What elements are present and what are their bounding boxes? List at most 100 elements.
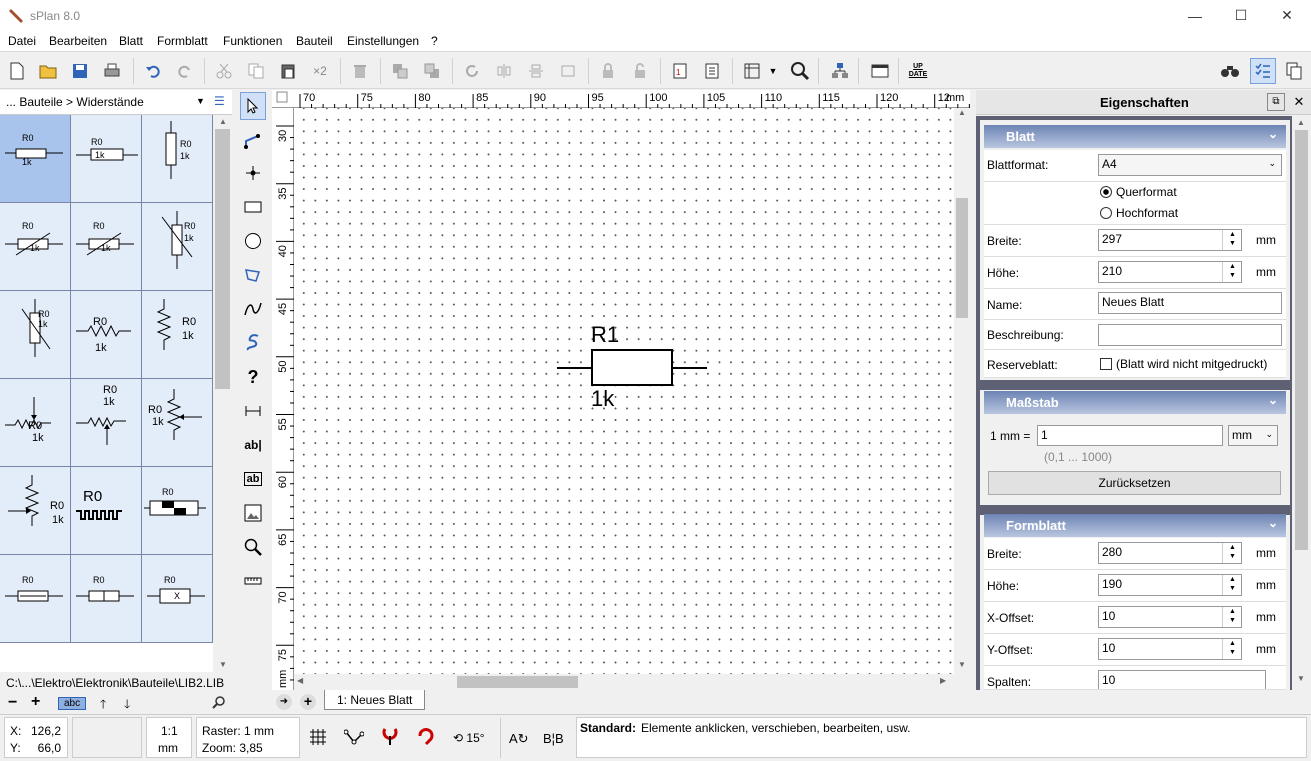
section-formblatt[interactable]: Formblatt ⌄ bbox=[984, 514, 1286, 537]
canvas-horizontal-scrollbar[interactable]: ◀ ▶ bbox=[294, 674, 954, 690]
align-icon[interactable] bbox=[556, 59, 580, 83]
library-cell[interactable]: R0 1k bbox=[71, 203, 142, 291]
copy-icon[interactable] bbox=[244, 59, 268, 83]
breite-spinner[interactable]: ▲ ▼ bbox=[1222, 230, 1242, 250]
library-cell[interactable]: R0 bbox=[71, 555, 142, 643]
undock-icon[interactable]: ⧉ bbox=[1267, 93, 1285, 111]
fb-xoffset-input[interactable]: 10 bbox=[1098, 606, 1242, 628]
add-sheet-icon[interactable]: + bbox=[300, 694, 316, 710]
grid-toggle-icon[interactable] bbox=[740, 59, 764, 83]
magnet-icon[interactable] bbox=[381, 726, 401, 746]
chevron-down-icon[interactable]: ▼ bbox=[766, 59, 780, 83]
menu-datei[interactable]: Datei bbox=[8, 34, 36, 48]
blattformat-select[interactable]: A4 ⌄ bbox=[1098, 154, 1282, 176]
hoehe-spinner[interactable]: ▲ ▼ bbox=[1222, 262, 1242, 282]
measure-tool-icon[interactable] bbox=[240, 567, 266, 595]
library-cell[interactable]: R0 bbox=[0, 555, 71, 643]
lock-icon[interactable] bbox=[596, 59, 620, 83]
bezier-tool-icon[interactable] bbox=[240, 295, 266, 323]
querformat-radio[interactable] bbox=[1100, 186, 1112, 198]
library-cell[interactable]: R0 1k bbox=[142, 115, 213, 203]
canvas-vertical-scrollbar[interactable]: ▲ ▼ bbox=[954, 108, 970, 674]
pages-icon[interactable] bbox=[1282, 59, 1306, 83]
mirror-v-icon[interactable] bbox=[524, 59, 548, 83]
line-tool-icon[interactable] bbox=[240, 127, 266, 155]
library-tree-icon[interactable]: ☰ bbox=[214, 94, 225, 108]
library-cell[interactable]: R0 1k bbox=[0, 203, 71, 291]
menu-funktionen[interactable]: Funktionen bbox=[223, 34, 282, 48]
fb-xoffset-spinner[interactable]: ▲ ▼ bbox=[1222, 607, 1242, 627]
section-massstab[interactable]: Maßstab ⌄ bbox=[984, 391, 1286, 414]
zoom-icon[interactable] bbox=[788, 59, 812, 83]
remove-icon[interactable]: − bbox=[8, 694, 17, 712]
rotate-icon[interactable] bbox=[460, 59, 484, 83]
update-icon[interactable]: UP DATE bbox=[906, 59, 930, 83]
menu-bearbeiten[interactable]: Bearbeiten bbox=[49, 34, 107, 48]
drawing-canvas[interactable]: R1 1k bbox=[294, 108, 954, 674]
menu-help[interactable]: ? bbox=[431, 34, 438, 48]
tab-neues-blatt[interactable]: 1: Neues Blatt bbox=[324, 690, 426, 710]
arrow-down-icon[interactable]: 🡓 bbox=[124, 695, 130, 716]
next-sheet-icon[interactable]: ➜ bbox=[276, 694, 292, 710]
close-button[interactable]: ✕ bbox=[1264, 0, 1310, 31]
rotate-angle-icon[interactable]: ⟲ 15° bbox=[453, 731, 485, 745]
text-tool-icon[interactable]: ab| bbox=[240, 431, 266, 459]
fb-breite-spinner[interactable]: ▲ ▼ bbox=[1222, 543, 1242, 563]
collapse-icon[interactable]: ⌄ bbox=[1268, 127, 1278, 141]
library-scrollbar[interactable]: ▲ ▼ bbox=[213, 115, 232, 672]
library-cell[interactable]: R0 bbox=[71, 467, 142, 555]
cut-icon[interactable] bbox=[212, 59, 236, 83]
image-tool-icon[interactable] bbox=[240, 499, 266, 527]
rectangle-tool-icon[interactable] bbox=[240, 193, 266, 221]
collapse-icon[interactable]: ⌄ bbox=[1268, 516, 1278, 530]
fb-yoffset-input[interactable]: 10 bbox=[1098, 638, 1242, 660]
search-icon[interactable] bbox=[212, 696, 226, 710]
dimension-tool-icon[interactable] bbox=[240, 397, 266, 425]
library-cell[interactable]: R0 1k bbox=[142, 379, 213, 467]
unlock-icon[interactable] bbox=[628, 59, 652, 83]
hierarchy-icon[interactable] bbox=[828, 59, 852, 83]
name-input[interactable]: Neues Blatt bbox=[1098, 292, 1282, 314]
collapse-icon[interactable]: ⌄ bbox=[1268, 393, 1278, 407]
new-file-icon[interactable] bbox=[5, 59, 29, 83]
library-cell[interactable]: R0 1k bbox=[142, 291, 213, 379]
redo-icon[interactable] bbox=[173, 59, 197, 83]
parts-list-icon[interactable] bbox=[700, 59, 724, 83]
circle-tool-icon[interactable] bbox=[240, 227, 266, 255]
duplicate-icon[interactable]: ×2 bbox=[308, 59, 332, 83]
reset-button[interactable]: Zurücksetzen bbox=[988, 471, 1281, 495]
numbering-icon[interactable]: 1 bbox=[668, 59, 692, 83]
section-blatt[interactable]: Blatt ⌄ bbox=[984, 125, 1286, 148]
menu-bauteil[interactable]: Bauteil bbox=[296, 34, 333, 48]
wire-link-icon[interactable] bbox=[416, 726, 436, 746]
junction-tool-icon[interactable] bbox=[240, 159, 266, 187]
hoehe-input[interactable]: 210 bbox=[1098, 261, 1242, 283]
library-cell[interactable]: R0 1k bbox=[71, 115, 142, 203]
window-icon[interactable] bbox=[868, 59, 892, 83]
pointer-tool-icon[interactable] bbox=[240, 92, 266, 120]
help-tool-icon[interactable]: ? bbox=[240, 363, 266, 391]
freehand-tool-icon[interactable] bbox=[240, 329, 266, 357]
library-cell[interactable]: R0 1k bbox=[71, 379, 142, 467]
library-breadcrumb[interactable]: ... Bauteile > Widerstände ▼ ☰ bbox=[0, 90, 232, 115]
breite-input[interactable]: 297 bbox=[1098, 229, 1242, 251]
menu-formblatt[interactable]: Formblatt bbox=[157, 34, 208, 48]
massstab-unit-select[interactable]: mm ⌄ bbox=[1228, 425, 1278, 446]
abc-toggle[interactable]: abc bbox=[58, 697, 87, 710]
swap-text-icon[interactable]: B¦B bbox=[543, 731, 564, 746]
fb-breite-input[interactable]: 280 bbox=[1098, 542, 1242, 564]
component-value[interactable]: 1k bbox=[591, 386, 614, 412]
massstab-input[interactable]: 1 bbox=[1037, 425, 1223, 446]
fb-hoehe-input[interactable]: 190 bbox=[1098, 574, 1242, 596]
minimize-button[interactable]: — bbox=[1172, 0, 1218, 31]
checklist-icon[interactable] bbox=[1250, 58, 1276, 84]
print-icon[interactable] bbox=[100, 59, 124, 83]
properties-scrollbar[interactable]: ▲ ▼ bbox=[1292, 116, 1311, 690]
connection-snap-icon[interactable] bbox=[344, 728, 364, 746]
textbox-tool-icon[interactable]: ab bbox=[240, 465, 266, 493]
panel-close-icon[interactable]: ✕ bbox=[1290, 93, 1308, 111]
undo-icon[interactable] bbox=[141, 59, 165, 83]
arrow-up-icon[interactable]: 🡑 bbox=[100, 695, 106, 716]
paste-icon[interactable] bbox=[276, 59, 300, 83]
fb-yoffset-spinner[interactable]: ▲ ▼ bbox=[1222, 639, 1242, 659]
